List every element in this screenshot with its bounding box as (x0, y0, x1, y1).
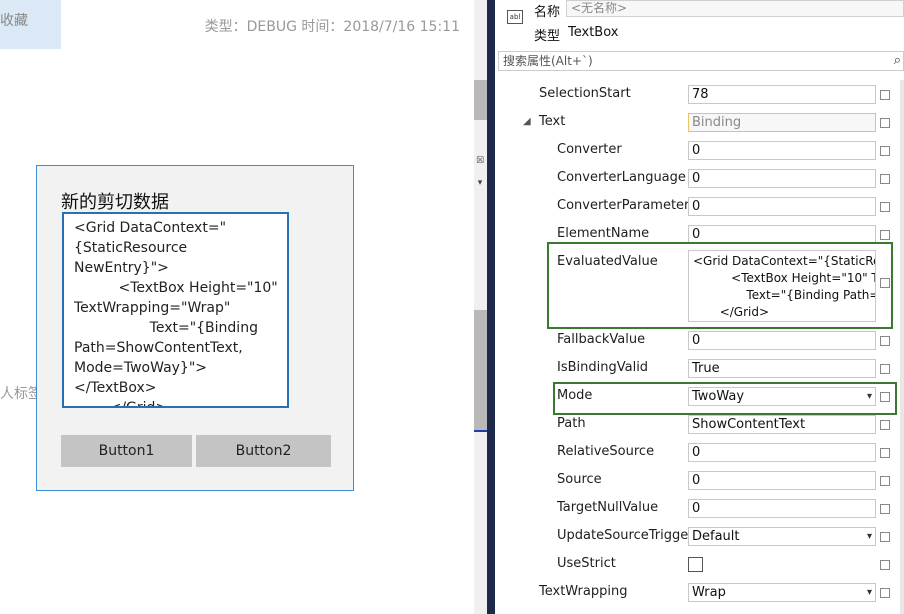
property-name: RelativeSource (557, 444, 655, 459)
property-row-isbindingvalid: IsBindingValid True (495, 354, 904, 382)
evaluatedvalue-highlight (547, 242, 893, 329)
converterlanguage-value[interactable]: 0 (688, 169, 876, 188)
type-label: 类型 (534, 29, 561, 44)
property-row-selectionstart: SelectionStart 78 (495, 80, 904, 108)
preview-window: 新的剪切数据 <Grid DataContext="{StaticResourc… (36, 165, 354, 491)
relativesource-value[interactable]: 0 (688, 443, 876, 462)
favorites-tab[interactable]: 收藏 (0, 0, 61, 49)
fallbackvalue-value[interactable]: 0 (688, 331, 876, 350)
textwrapping-dropdown[interactable]: Wrap (688, 583, 876, 602)
search-placeholder: 搜索属性(Alt+`) (503, 54, 593, 68)
strip-dropdown-icon[interactable]: ▾ (475, 178, 485, 188)
converterparameter-value[interactable]: 0 (688, 197, 876, 216)
search-icon[interactable]: ⌕ (894, 53, 901, 69)
insertion-line (474, 430, 487, 432)
property-row-converter: Converter 0 (495, 136, 904, 164)
panel-splitter[interactable] (487, 0, 495, 614)
properties-scrollbar[interactable] (900, 80, 904, 614)
usestrict-checkbox[interactable] (688, 557, 703, 572)
advanced-options-marker[interactable] (880, 532, 890, 542)
advanced-options-marker[interactable] (880, 588, 890, 598)
strip-checkbox-icon[interactable]: ☒ (475, 156, 485, 166)
advanced-options-marker[interactable] (880, 364, 890, 374)
converter-value[interactable]: 0 (688, 141, 876, 160)
selectionstart-value[interactable]: 78 (688, 85, 876, 104)
property-search-input[interactable]: 搜索属性(Alt+`) ⌕ (498, 51, 904, 71)
property-name: FallbackValue (557, 332, 646, 347)
name-label: 名称 (534, 5, 561, 20)
button1[interactable]: Button1 (61, 435, 192, 467)
isbindingvalid-value[interactable]: True (688, 359, 876, 378)
type-value: TextBox (568, 25, 619, 40)
property-row-text: ◢ Text Binding (495, 108, 904, 136)
source-value[interactable]: 0 (688, 471, 876, 490)
strip-scroll-thumb[interactable] (474, 80, 487, 120)
advanced-options-marker[interactable] (880, 560, 890, 570)
property-name: UpdateSourceTrigger (557, 528, 694, 543)
clip-content-textbox[interactable]: <Grid DataContext="{StaticResource NewEn… (62, 212, 289, 408)
button2[interactable]: Button2 (196, 435, 331, 467)
advanced-options-marker[interactable] (880, 336, 890, 346)
textbox-icon: abl (507, 10, 523, 24)
advanced-options-marker[interactable] (880, 146, 890, 156)
path-value[interactable]: ShowContentText (688, 415, 876, 434)
entry-meta-text: 类型：DEBUG 时间：2018/7/16 15:11 (204, 19, 460, 35)
property-row-converterparameter: ConverterParameter 0 (495, 192, 904, 220)
property-name: SelectionStart (539, 86, 631, 101)
targetnullvalue-value[interactable]: 0 (688, 499, 876, 518)
properties-panel: abl 名称 <无名称> 类型 TextBox 搜索属性(Alt+`) ⌕ Se… (495, 0, 904, 614)
property-row-fallbackvalue: FallbackValue 0 (495, 326, 904, 354)
strip-scroll-thumb-lower[interactable] (474, 310, 487, 430)
property-name: ConverterParameter (557, 198, 690, 213)
property-name: Text (539, 114, 566, 129)
updatesourcetrigger-dropdown[interactable]: Default (688, 527, 876, 546)
property-row-textwrapping: TextWrapping Wrap (495, 578, 904, 606)
property-list: SelectionStart 78 ◢ Text Binding Convert… (495, 80, 904, 614)
properties-header: abl 名称 <无名称> 类型 TextBox (495, 0, 904, 48)
collapse-triangle-icon[interactable]: ◢ (523, 108, 531, 136)
advanced-options-marker[interactable] (880, 118, 890, 128)
advanced-options-marker[interactable] (880, 448, 890, 458)
designer-surface: 收藏 类型：DEBUG 时间：2018/7/16 15:11 人标签 新的剪切数… (0, 0, 474, 614)
property-name: IsBindingValid (557, 360, 649, 375)
advanced-options-marker[interactable] (880, 420, 890, 430)
property-name: ConverterLanguage (557, 170, 686, 185)
name-input[interactable]: <无名称> (566, 0, 904, 17)
property-name: TargetNullValue (557, 500, 659, 515)
property-row-relativesource: RelativeSource 0 (495, 438, 904, 466)
property-name: Source (557, 472, 602, 487)
property-row-converterlanguage: ConverterLanguage 0 (495, 164, 904, 192)
text-binding-value[interactable]: Binding (688, 113, 876, 132)
property-row-targetnullvalue: TargetNullValue 0 (495, 494, 904, 522)
property-name: TextWrapping (539, 584, 628, 599)
advanced-options-marker[interactable] (880, 230, 890, 240)
property-row-source: Source 0 (495, 466, 904, 494)
advanced-options-marker[interactable] (880, 202, 890, 212)
property-name: Converter (557, 142, 622, 157)
clip-title: 新的剪切数据 (61, 192, 169, 213)
advanced-options-marker[interactable] (880, 504, 890, 514)
advanced-options-marker[interactable] (880, 90, 890, 100)
property-name: UseStrict (557, 556, 616, 571)
property-row-updatesourcetrigger: UpdateSourceTrigger Default (495, 522, 904, 550)
mode-highlight (553, 382, 897, 415)
side-toolbar-strip: ☒ ▾ (474, 0, 487, 614)
advanced-options-marker[interactable] (880, 174, 890, 184)
property-row-usestrict: UseStrict (495, 550, 904, 578)
advanced-options-marker[interactable] (880, 476, 890, 486)
favorites-tab-label: 收藏 (0, 13, 28, 29)
